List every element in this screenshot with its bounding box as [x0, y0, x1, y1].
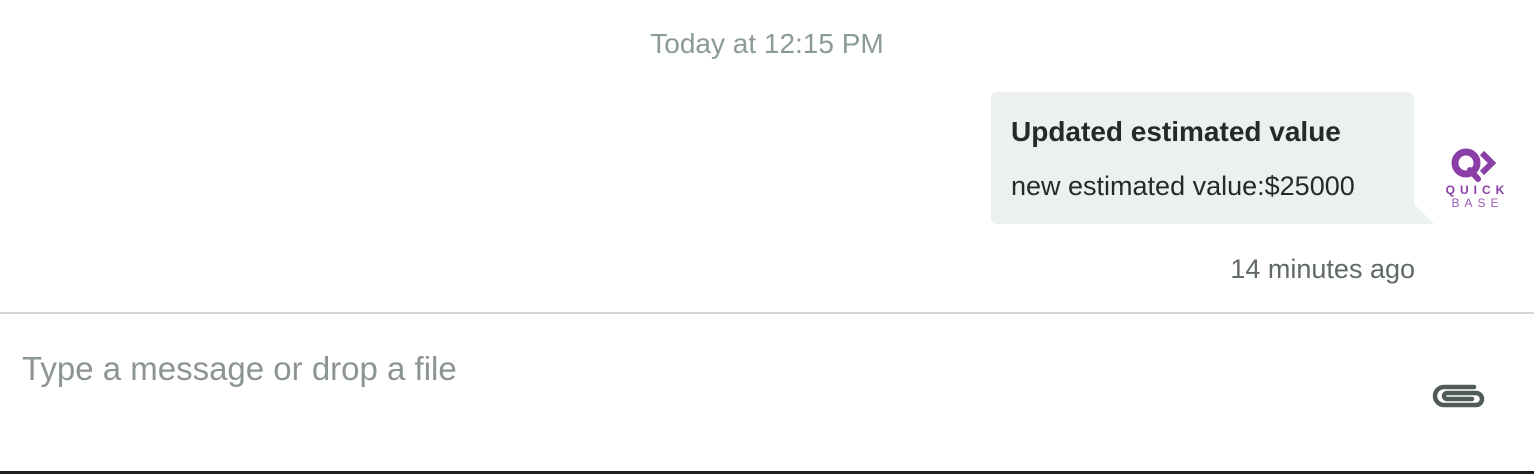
message-composer	[0, 312, 1534, 471]
message-row: Updated estimated value new estimated va…	[991, 92, 1514, 226]
message-body: new estimated value:$25000	[1011, 171, 1355, 201]
sender-avatar: QUICK BASE	[1436, 148, 1514, 226]
avatar-word-base: BASE	[1451, 196, 1504, 210]
chat-panel: Today at 12:15 PM Updated estimated valu…	[0, 0, 1534, 474]
quickbase-logo-icon	[1451, 148, 1497, 182]
message-title: Updated estimated value	[1011, 116, 1341, 147]
day-separator: Today at 12:15 PM	[650, 28, 884, 59]
message-input[interactable]	[22, 344, 1402, 394]
message-timestamp: 14 minutes ago	[1230, 254, 1415, 284]
message-bubble: Updated estimated value new estimated va…	[991, 92, 1434, 224]
message-list[interactable]: Today at 12:15 PM Updated estimated valu…	[0, 0, 1534, 312]
paperclip-icon	[1432, 384, 1485, 408]
attach-file-button[interactable]	[1430, 376, 1488, 416]
